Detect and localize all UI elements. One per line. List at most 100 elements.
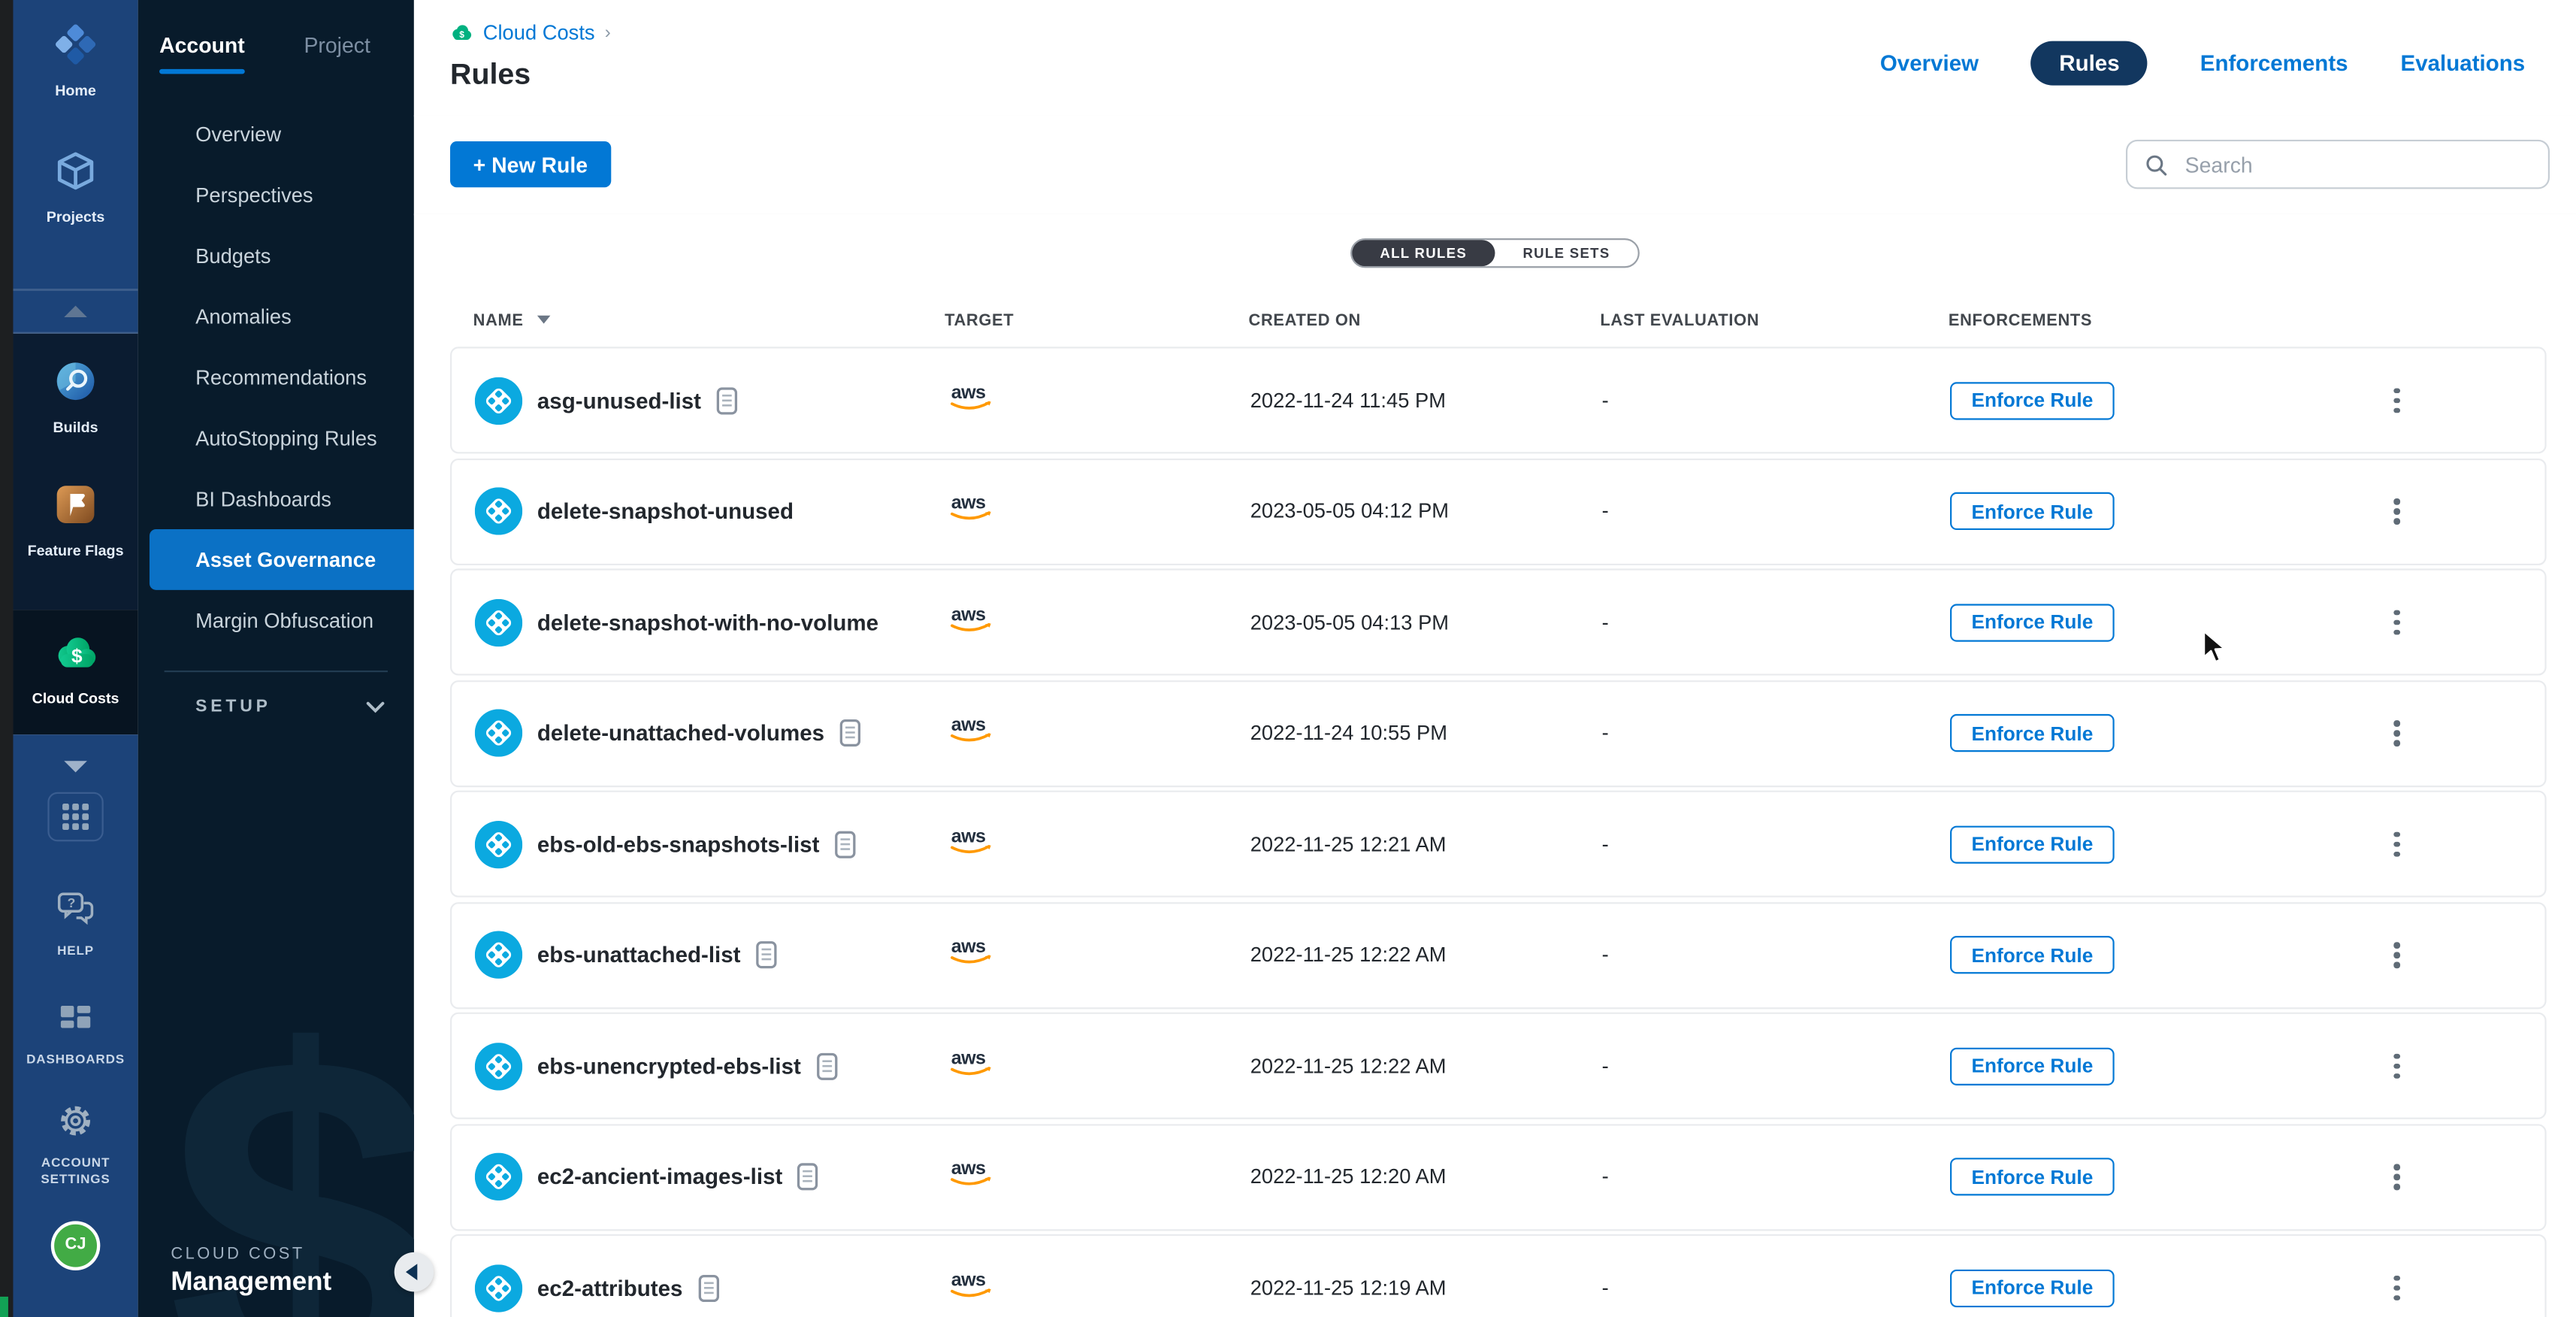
status-sliver bbox=[0, 1296, 8, 1317]
rail-item-builds[interactable]: Builds bbox=[53, 360, 98, 437]
enforce-rule-button[interactable]: Enforce Rule bbox=[1950, 1158, 2115, 1195]
main-content: $ Cloud Costs › Rules OverviewRulesEnfor… bbox=[414, 0, 2576, 1317]
sidebar-item-budgets[interactable]: Budgets bbox=[138, 226, 414, 286]
created-on-cell: 2023-05-05 04:13 PM bbox=[1250, 610, 1449, 634]
rule-name: ec2-ancient-images-list bbox=[537, 1164, 782, 1189]
row-menu-button[interactable] bbox=[2387, 825, 2406, 863]
row-menu-button[interactable] bbox=[2387, 603, 2406, 641]
enforce-rule-button[interactable]: Enforce Rule bbox=[1950, 825, 2115, 862]
tab-project[interactable]: Project bbox=[304, 33, 370, 71]
enforce-rule-button[interactable]: Enforce Rule bbox=[1950, 1047, 2115, 1085]
rule-yaml-icon[interactable] bbox=[755, 941, 776, 969]
row-menu-button[interactable] bbox=[2387, 1158, 2406, 1196]
sidebar-item-label: Margin Obfuscation bbox=[195, 609, 373, 632]
last-evaluation-cell: - bbox=[1602, 832, 1609, 855]
sidebar-item-setup[interactable]: SETUP bbox=[138, 672, 414, 741]
search-input[interactable] bbox=[2181, 150, 2532, 178]
top-nav: Overview Rules Enforcements Evaluations bbox=[1880, 39, 2525, 85]
row-menu-button[interactable] bbox=[2387, 492, 2406, 530]
rule-yaml-icon[interactable] bbox=[839, 719, 860, 746]
rail-item-account-settings[interactable]: ACCOUNT SETTINGS bbox=[28, 1104, 123, 1188]
row-menu-button[interactable] bbox=[2387, 713, 2406, 752]
rail-item-projects[interactable]: Projects bbox=[47, 150, 105, 227]
gear-icon bbox=[58, 1104, 94, 1148]
top-nav-rules[interactable]: Rules bbox=[2031, 41, 2148, 85]
rule-icon bbox=[475, 820, 522, 867]
row-menu-button[interactable] bbox=[2387, 381, 2406, 419]
rule-name-cell: ec2-attributes bbox=[475, 1264, 719, 1311]
module-grid-button[interactable] bbox=[47, 792, 103, 842]
last-evaluation-cell: - bbox=[1602, 389, 1609, 412]
sidebar-item-asset-governance[interactable]: Asset Governance bbox=[150, 529, 414, 590]
rule-yaml-icon[interactable] bbox=[797, 1163, 818, 1191]
row-menu-button[interactable] bbox=[2387, 1046, 2406, 1085]
table-row[interactable]: ebs-unattached-list aws 2022-11-25 12:22… bbox=[450, 901, 2547, 1008]
sidebar-item-perspectives[interactable]: Perspectives bbox=[138, 165, 414, 226]
sidebar-item-recommendations[interactable]: Recommendations bbox=[138, 347, 414, 407]
top-nav-overview[interactable]: Overview bbox=[1880, 50, 1979, 75]
table-row[interactable]: ec2-attributes aws 2022-11-25 12:19 AM -… bbox=[450, 1234, 2547, 1317]
enforce-rule-button[interactable]: Enforce Rule bbox=[1950, 714, 2115, 752]
last-evaluation-cell: - bbox=[1602, 1054, 1609, 1077]
created-on-cell: 2022-11-25 12:22 AM bbox=[1250, 1054, 1447, 1077]
search-box[interactable] bbox=[2126, 140, 2550, 189]
row-menu-button[interactable] bbox=[2387, 1268, 2406, 1306]
sort-caret-icon bbox=[537, 316, 549, 324]
svg-text:aws: aws bbox=[951, 1269, 986, 1290]
row-menu-button[interactable] bbox=[2387, 936, 2406, 974]
table-row[interactable]: asg-unused-list aws 2022-11-24 11:45 PM … bbox=[450, 347, 2547, 453]
table-header: NAME TARGET CREATED ON LAST EVALUATION E… bbox=[450, 268, 2547, 347]
rail-item-help[interactable]: ? HELP bbox=[56, 891, 95, 959]
table-row[interactable]: delete-snapshot-unused aws 2023-05-05 04… bbox=[450, 458, 2547, 565]
column-header-name[interactable]: NAME bbox=[473, 312, 550, 330]
target-cell: aws bbox=[946, 380, 997, 421]
sidebar-item-autostopping-rules[interactable]: AutoStopping Rules bbox=[138, 407, 414, 468]
rail-item-cloud-costs-active[interactable]: $ Cloud Costs bbox=[13, 610, 138, 734]
rule-yaml-icon[interactable] bbox=[834, 830, 855, 858]
table-row[interactable]: ebs-old-ebs-snapshots-list aws 2022-11-2… bbox=[450, 791, 2547, 898]
rule-yaml-icon[interactable] bbox=[816, 1052, 837, 1079]
column-header-target: TARGET bbox=[945, 312, 1014, 330]
sidebar-item-label: Recommendations bbox=[195, 365, 367, 389]
projects-icon bbox=[54, 150, 97, 201]
enforce-rule-button[interactable]: Enforce Rule bbox=[1950, 492, 2115, 530]
enforce-rule-button[interactable]: Enforce Rule bbox=[1950, 381, 2115, 419]
sidebar-item-overview[interactable]: Overview bbox=[138, 104, 414, 165]
sidebar-item-anomalies[interactable]: Anomalies bbox=[138, 286, 414, 347]
sidebar-item-margin-obfuscation[interactable]: Margin Obfuscation bbox=[138, 590, 414, 651]
rail-item-label: ACCOUNT SETTINGS bbox=[28, 1156, 123, 1188]
toggle-rule-sets[interactable]: RULE SETS bbox=[1495, 240, 1637, 266]
rail-item-home[interactable]: Home bbox=[54, 23, 97, 101]
rail-item-dashboards[interactable]: DASHBOARDS bbox=[26, 1002, 125, 1067]
rail-item-label: Home bbox=[55, 82, 96, 101]
enforce-rule-button[interactable]: Enforce Rule bbox=[1950, 603, 2115, 640]
enforce-rule-button[interactable]: Enforce Rule bbox=[1950, 1269, 2115, 1306]
cloud-costs-sidebar: Account Project Overview Perspectives Bu… bbox=[138, 0, 414, 1317]
table-row[interactable]: delete-snapshot-with-no-volume aws 2023-… bbox=[450, 568, 2547, 675]
table-row[interactable]: delete-unattached-volumes aws 2022-11-24… bbox=[450, 680, 2547, 786]
last-evaluation-cell: - bbox=[1602, 943, 1609, 967]
avatar[interactable]: CJ bbox=[51, 1221, 101, 1270]
enforce-rule-button[interactable]: Enforce Rule bbox=[1950, 936, 2115, 973]
new-rule-button[interactable]: + New Rule bbox=[450, 141, 611, 187]
rule-name: asg-unused-list bbox=[537, 388, 701, 413]
tab-account[interactable]: Account bbox=[159, 33, 245, 71]
rule-name-cell: delete-snapshot-unused bbox=[475, 487, 794, 534]
rail-item-label: DASHBOARDS bbox=[26, 1052, 125, 1067]
sidebar-item-bi-dashboards[interactable]: BI Dashboards bbox=[138, 468, 414, 529]
table-row[interactable]: ebs-unencrypted-ebs-list aws 2022-11-25 … bbox=[450, 1013, 2547, 1119]
table-row[interactable]: ec2-ancient-images-list aws 2022-11-25 1… bbox=[450, 1123, 2547, 1230]
rule-yaml-icon[interactable] bbox=[697, 1273, 718, 1301]
breadcrumb-link[interactable]: Cloud Costs bbox=[483, 21, 595, 44]
top-nav-evaluations[interactable]: Evaluations bbox=[2401, 50, 2526, 75]
rule-name-cell: ebs-unattached-list bbox=[475, 931, 777, 978]
rules-table-area: ALL RULES RULE SETS NAME TARGET CREATED … bbox=[414, 213, 2576, 1317]
chevron-down-icon[interactable] bbox=[64, 761, 87, 772]
rule-name-cell: asg-unused-list bbox=[475, 377, 737, 424]
rule-yaml-icon[interactable] bbox=[716, 386, 737, 414]
top-nav-enforcements[interactable]: Enforcements bbox=[2200, 50, 2348, 75]
rail-item-feature-flags[interactable]: Feature Flags bbox=[28, 483, 124, 561]
toggle-all-rules[interactable]: ALL RULES bbox=[1352, 240, 1495, 266]
rail-scroll-up[interactable] bbox=[13, 289, 138, 334]
sidebar-collapse-button[interactable] bbox=[395, 1252, 434, 1291]
